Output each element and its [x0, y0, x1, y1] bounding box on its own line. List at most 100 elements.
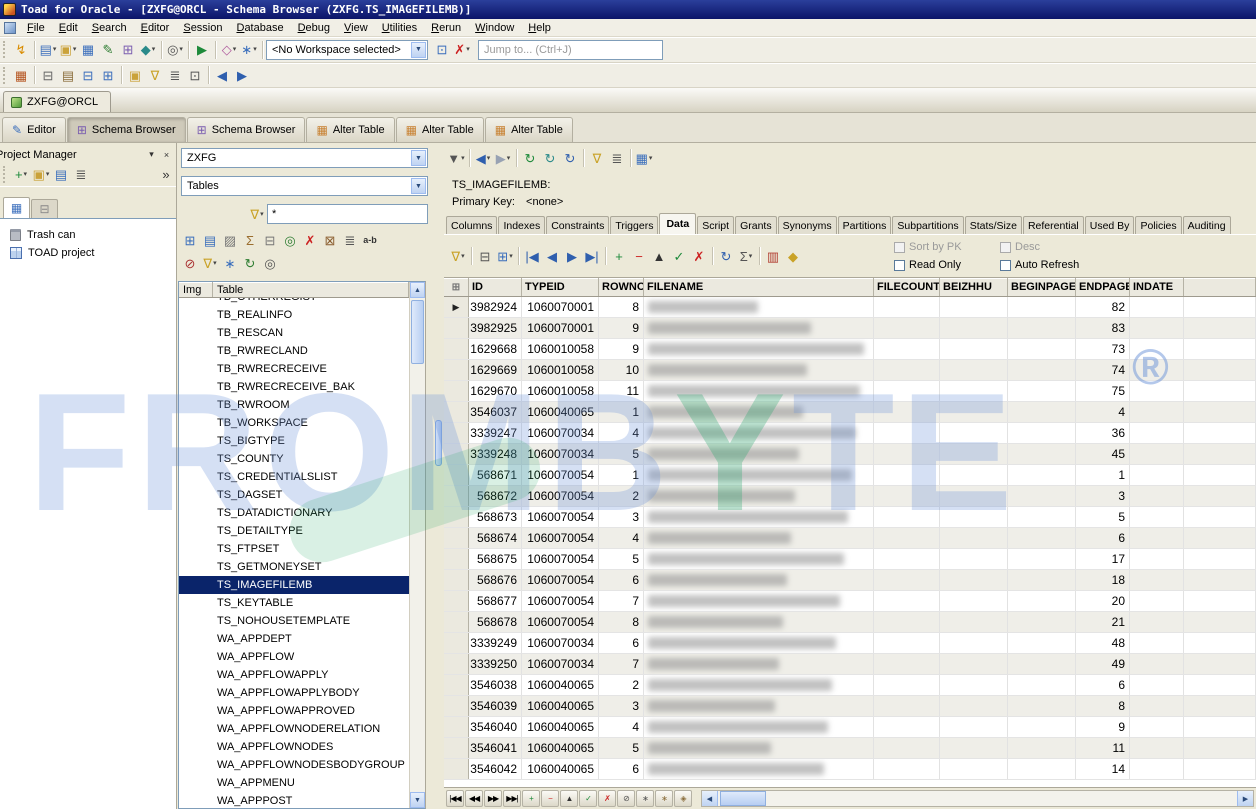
tab-policies[interactable]: Policies: [1135, 216, 1181, 234]
cell-beizhhu[interactable]: [940, 528, 1008, 548]
cell-beizhhu[interactable]: [940, 738, 1008, 758]
print-grid-icon[interactable]: ≣: [165, 65, 185, 85]
cell-rowno[interactable]: 8: [599, 297, 644, 317]
connection-tab[interactable]: ZXFG@ORCL: [3, 91, 111, 112]
checkbox-sort-by-pk[interactable]: Sort by PK: [894, 238, 992, 256]
team-coding-icon[interactable]: ◇▾: [219, 40, 239, 60]
cell-filename[interactable]: [644, 423, 874, 443]
menu-session[interactable]: Session: [176, 21, 229, 35]
table-list-item[interactable]: TB_RWRECLAND: [179, 342, 409, 360]
table-list-item[interactable]: TB_RESCAN: [179, 324, 409, 342]
cell-id[interactable]: 568678: [469, 612, 522, 632]
cell-indate[interactable]: [1130, 486, 1184, 506]
cell-beizhhu[interactable]: [940, 402, 1008, 422]
sql-icon[interactable]: ◎: [280, 230, 300, 250]
nav-cancel-button[interactable]: ✗: [598, 790, 616, 807]
cell-id[interactable]: 3339247: [469, 423, 522, 443]
cell-id[interactable]: 568675: [469, 549, 522, 569]
tab-triggers[interactable]: Triggers: [610, 216, 658, 234]
cell-filecount[interactable]: [874, 654, 940, 674]
cell-beizhhu[interactable]: [940, 696, 1008, 716]
grid-row[interactable]: 35460411060040065511: [444, 738, 1256, 759]
prior-record-icon[interactable]: ◀: [542, 246, 562, 266]
cell-endpage[interactable]: 82: [1076, 297, 1130, 317]
cell-id[interactable]: 568673: [469, 507, 522, 527]
table-list-item[interactable]: WA_APPMENU: [179, 774, 409, 792]
cell-typeid[interactable]: 1060040065: [522, 717, 599, 737]
row-selector[interactable]: [444, 738, 469, 758]
cell-indate[interactable]: [1130, 633, 1184, 653]
edit-record-icon[interactable]: ▲: [649, 246, 669, 266]
cell-rowno[interactable]: 8: [599, 612, 644, 632]
cell-rowno[interactable]: 9: [599, 318, 644, 338]
cell-filename[interactable]: [644, 738, 874, 758]
cell-filecount[interactable]: [874, 444, 940, 464]
grid-row[interactable]: 568671106007005411: [444, 465, 1256, 486]
cell-filecount[interactable]: [874, 381, 940, 401]
cell-rowno[interactable]: 1: [599, 465, 644, 485]
filter-schema-icon[interactable]: ∇: [145, 65, 165, 85]
pin-icon[interactable]: ▾: [144, 148, 159, 162]
grid-row[interactable]: 568674106007005446: [444, 528, 1256, 549]
row-selector[interactable]: [444, 381, 469, 401]
cell-beginpage[interactable]: [1008, 738, 1076, 758]
nav-bookmark-button[interactable]: ∗: [636, 790, 654, 807]
cell-indate[interactable]: [1130, 381, 1184, 401]
cell-beginpage[interactable]: [1008, 402, 1076, 422]
commit-icon[interactable]: ◆: [783, 246, 803, 266]
toolbar-grip[interactable]: [3, 41, 6, 58]
tab-constraints[interactable]: Constraints: [546, 216, 609, 234]
tab-used-by[interactable]: Used By: [1085, 216, 1135, 234]
grid-row[interactable]: 162966910600100581074: [444, 360, 1256, 381]
cell-filename[interactable]: [644, 297, 874, 317]
cell-filename[interactable]: [644, 402, 874, 422]
cell-id[interactable]: 3546037: [469, 402, 522, 422]
cell-indate[interactable]: [1130, 465, 1184, 485]
cell-typeid[interactable]: 1060070001: [522, 297, 599, 317]
cell-id[interactable]: 1629669: [469, 360, 522, 380]
cell-indate[interactable]: [1130, 507, 1184, 527]
cell-filename[interactable]: [644, 549, 874, 569]
table-list-item[interactable]: WA_APPFLOWNODESBODYGROUP: [179, 756, 409, 774]
cell-rowno[interactable]: 3: [599, 507, 644, 527]
find-object-icon[interactable]: ◎: [260, 253, 280, 273]
delete-record-icon[interactable]: −: [629, 246, 649, 266]
table-list-item[interactable]: TS_IMAGEFILEMB: [179, 576, 409, 594]
cell-filename[interactable]: [644, 570, 874, 590]
cell-beginpage[interactable]: [1008, 360, 1076, 380]
cell-beginpage[interactable]: [1008, 297, 1076, 317]
cell-typeid[interactable]: 1060010058: [522, 381, 599, 401]
tab-data[interactable]: Data: [659, 213, 696, 234]
cell-filename[interactable]: [644, 381, 874, 401]
cell-indate[interactable]: [1130, 528, 1184, 548]
cell-beizhhu[interactable]: [940, 675, 1008, 695]
cell-id[interactable]: 3546038: [469, 675, 522, 695]
drop-table-icon[interactable]: ✗: [300, 230, 320, 250]
cell-beizhhu[interactable]: [940, 318, 1008, 338]
cell-id[interactable]: 3546039: [469, 696, 522, 716]
cell-id[interactable]: 1629668: [469, 339, 522, 359]
column-header-rowno[interactable]: ROWNO: [599, 278, 644, 296]
cell-typeid[interactable]: 1060040065: [522, 738, 599, 758]
cell-typeid[interactable]: 1060070054: [522, 507, 599, 527]
cell-filename[interactable]: [644, 675, 874, 695]
grid-horizontal-scrollbar[interactable]: ◀ ▶: [701, 790, 1254, 807]
cell-endpage[interactable]: 73: [1076, 339, 1130, 359]
nav-forward-icon[interactable]: ▶: [232, 65, 252, 85]
cell-rowno[interactable]: 10: [599, 360, 644, 380]
favorites-icon[interactable]: ∗: [220, 253, 240, 273]
tab-synonyms[interactable]: Synonyms: [778, 216, 837, 234]
refresh-object-icon[interactable]: ↻: [520, 148, 540, 168]
row-selector[interactable]: [444, 318, 469, 338]
cell-endpage[interactable]: 49: [1076, 654, 1130, 674]
table-list-item[interactable]: TS_NOHOUSETEMPLATE: [179, 612, 409, 630]
nav-refresh-button[interactable]: ⊘: [617, 790, 635, 807]
column-header-selector[interactable]: ⊞: [444, 278, 469, 296]
tab-stats-size[interactable]: Stats/Size: [965, 216, 1022, 234]
table-list-item[interactable]: TB_REALINFO: [179, 306, 409, 324]
schema-browser-window-icon[interactable]: ⊞: [118, 40, 138, 60]
table-list-item[interactable]: TS_DETAILTYPE: [179, 522, 409, 540]
cell-beizhhu[interactable]: [940, 759, 1008, 779]
cell-id[interactable]: 568672: [469, 486, 522, 506]
cell-indate[interactable]: [1130, 423, 1184, 443]
